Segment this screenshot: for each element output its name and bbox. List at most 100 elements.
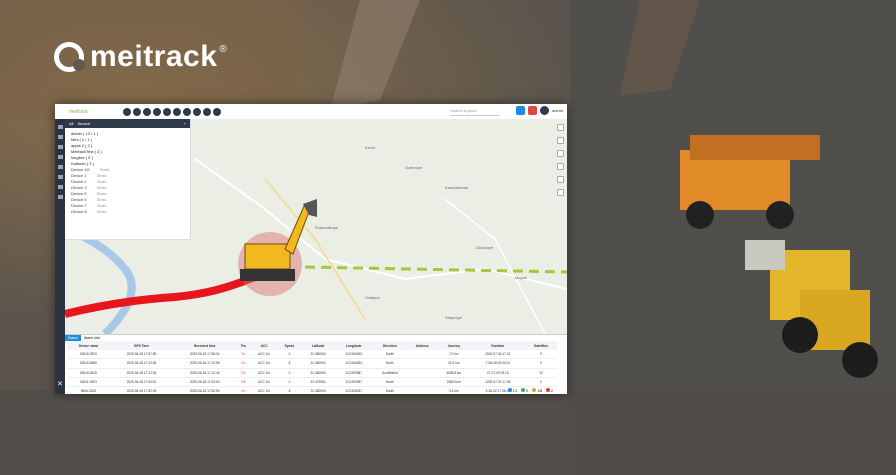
column-header[interactable]: Pin (236, 341, 251, 350)
nav-group-icon[interactable] (57, 135, 63, 139)
column-header[interactable]: Longitude (335, 341, 373, 350)
device-name: Device 6 (71, 197, 87, 202)
nav-devices-icon[interactable] (57, 125, 63, 129)
device-name: Device 8 (71, 209, 87, 214)
fullscreen-icon[interactable] (557, 163, 564, 170)
table-cell: 9 (524, 350, 557, 360)
table-cell: 0 (277, 350, 302, 360)
panel-search[interactable]: Search (77, 121, 90, 126)
table-cell: 2024-07-06 17:22 (470, 350, 525, 360)
table-row[interactable]: MD41-0923 2025-06-18 17:04:51 2025-06-18 1… (67, 377, 557, 388)
table-row[interactable]: MD40-0923 2025-06-18 17:57:55 2025-06-18 1… (67, 350, 557, 360)
notification-icon[interactable] (516, 106, 526, 115)
logo-mark-icon (54, 42, 85, 72)
more-icon[interactable] (213, 107, 221, 116)
nav-help-icon[interactable] (57, 185, 63, 189)
device-panel: All Search + admin ( 13 / 1 ) Mini ( 1 /… (65, 119, 191, 240)
username[interactable]: admin (552, 108, 563, 113)
device-status: Static (96, 191, 107, 196)
report-icon[interactable] (163, 107, 171, 116)
tab-alarm-info[interactable]: Alarm Info (81, 335, 103, 341)
status-count[interactable]: 10 (532, 388, 542, 393)
column-header[interactable]: Address (407, 341, 437, 350)
table-cell: 32.3 km (436, 358, 471, 369)
command-icon[interactable] (183, 107, 191, 116)
device-name: Device 5 (71, 191, 87, 196)
column-header[interactable]: Direction (372, 341, 408, 350)
status-count[interactable]: 13 (507, 388, 517, 393)
device-name: Device 7 (71, 203, 87, 208)
table-cell: 2025-06-18 17:12:45 (173, 368, 237, 378)
svg-text:Kamyshevka: Kamyshevka (445, 185, 469, 190)
layers-icon[interactable] (557, 124, 564, 131)
status-panel: Status Alarm Info Device name GPS Time Rec… (65, 334, 567, 394)
svg-text:Pokrovskoye: Pokrovskoye (315, 225, 339, 230)
table-row[interactable]: BMU-0425 2025-06-18 17:52:39 2025-06-18 17… (67, 386, 557, 394)
table-cell: 23804 km (436, 377, 471, 388)
device-status: Static (96, 197, 107, 202)
nav-alarm-icon[interactable] (57, 155, 63, 159)
traffic-icon[interactable] (557, 137, 564, 144)
table-cell: 113.909387 (335, 368, 373, 378)
status-dot-icon (507, 388, 512, 392)
table-row[interactable]: MD40-6456 2025-06-18 17:12:36 2025-06-18 1… (67, 358, 557, 369)
table-cell: 8 (277, 358, 302, 369)
column-header[interactable]: Latitude (301, 341, 336, 350)
tab-status[interactable]: Status (65, 335, 81, 341)
place-search-input[interactable]: Search a place (450, 108, 500, 116)
table-cell: 2025-06-18 17:58:34 (173, 350, 237, 360)
avatar[interactable] (540, 106, 550, 115)
table-cell: 113.906263 (335, 350, 373, 360)
monitor-icon[interactable] (123, 107, 131, 116)
column-header[interactable]: ACC (250, 341, 278, 350)
top-right-tools: admin (516, 106, 563, 115)
alarm-badge-icon[interactable] (528, 106, 538, 115)
table-cell: 22.479954 (301, 377, 336, 388)
zoom-out-icon[interactable] (557, 189, 564, 196)
settings-icon[interactable] (203, 107, 211, 116)
svg-text:Kerch: Kerch (365, 145, 375, 150)
nav-settings-icon[interactable] (57, 175, 63, 179)
table-cell: On (236, 358, 251, 369)
toolbar-icons (123, 107, 221, 116)
nav-track-icon[interactable] (57, 145, 63, 149)
table-cell: 113.906237 (335, 386, 373, 394)
table-cell (407, 358, 437, 369)
table-cell: On (236, 386, 251, 394)
add-icon[interactable]: + (184, 121, 186, 126)
table-row[interactable]: MD40-0625 2025-06-18 17:12:33 2025-06-18 1… (67, 368, 557, 378)
column-header[interactable]: Device name (67, 341, 110, 350)
device-item[interactable]: Device 8 Static (71, 209, 190, 215)
top-toolbar: meitrack Search a place admin (55, 104, 567, 120)
table-cell: 2025-06-18 17:12:36 (109, 358, 174, 369)
table-cell: 9 (524, 358, 557, 369)
table-cell: South (372, 350, 408, 360)
nav-report-icon[interactable] (57, 165, 63, 169)
zoom-in-icon[interactable] (557, 176, 564, 183)
table-cell: Off (236, 377, 251, 388)
column-header[interactable]: GPS Time (109, 341, 174, 350)
column-header[interactable]: Received time (173, 341, 237, 350)
close-icon[interactable]: ✕ (57, 380, 63, 388)
logo-text: meitrack (90, 40, 218, 73)
meitrack-logo: meitrack ® (54, 40, 227, 74)
table-cell: 2025-06-18 17:12:58 (173, 358, 237, 369)
column-header[interactable]: Runtime (470, 341, 525, 350)
history-icon[interactable] (133, 107, 141, 116)
column-header[interactable]: Satellites (524, 341, 557, 350)
alarm-icon[interactable] (143, 107, 151, 116)
svg-text:Mayak: Mayak (515, 275, 527, 280)
table-cell: ACC On (250, 368, 278, 378)
route-icon[interactable] (173, 107, 181, 116)
nav-doc-icon[interactable] (57, 195, 63, 199)
status-count[interactable]: 2 (545, 388, 553, 393)
table-body: MD40-0923 2025-06-18 17:57:55 2025-06-18 1… (67, 350, 557, 394)
fence-icon[interactable] (153, 107, 161, 116)
user-icon[interactable] (193, 107, 201, 116)
table-cell: MD40-0923 (67, 350, 110, 360)
column-header[interactable]: Journey (436, 341, 471, 350)
status-count[interactable]: 9 (521, 388, 528, 393)
panel-title: All (69, 121, 74, 126)
ruler-icon[interactable] (557, 150, 564, 157)
column-header[interactable]: Speed (277, 341, 302, 350)
